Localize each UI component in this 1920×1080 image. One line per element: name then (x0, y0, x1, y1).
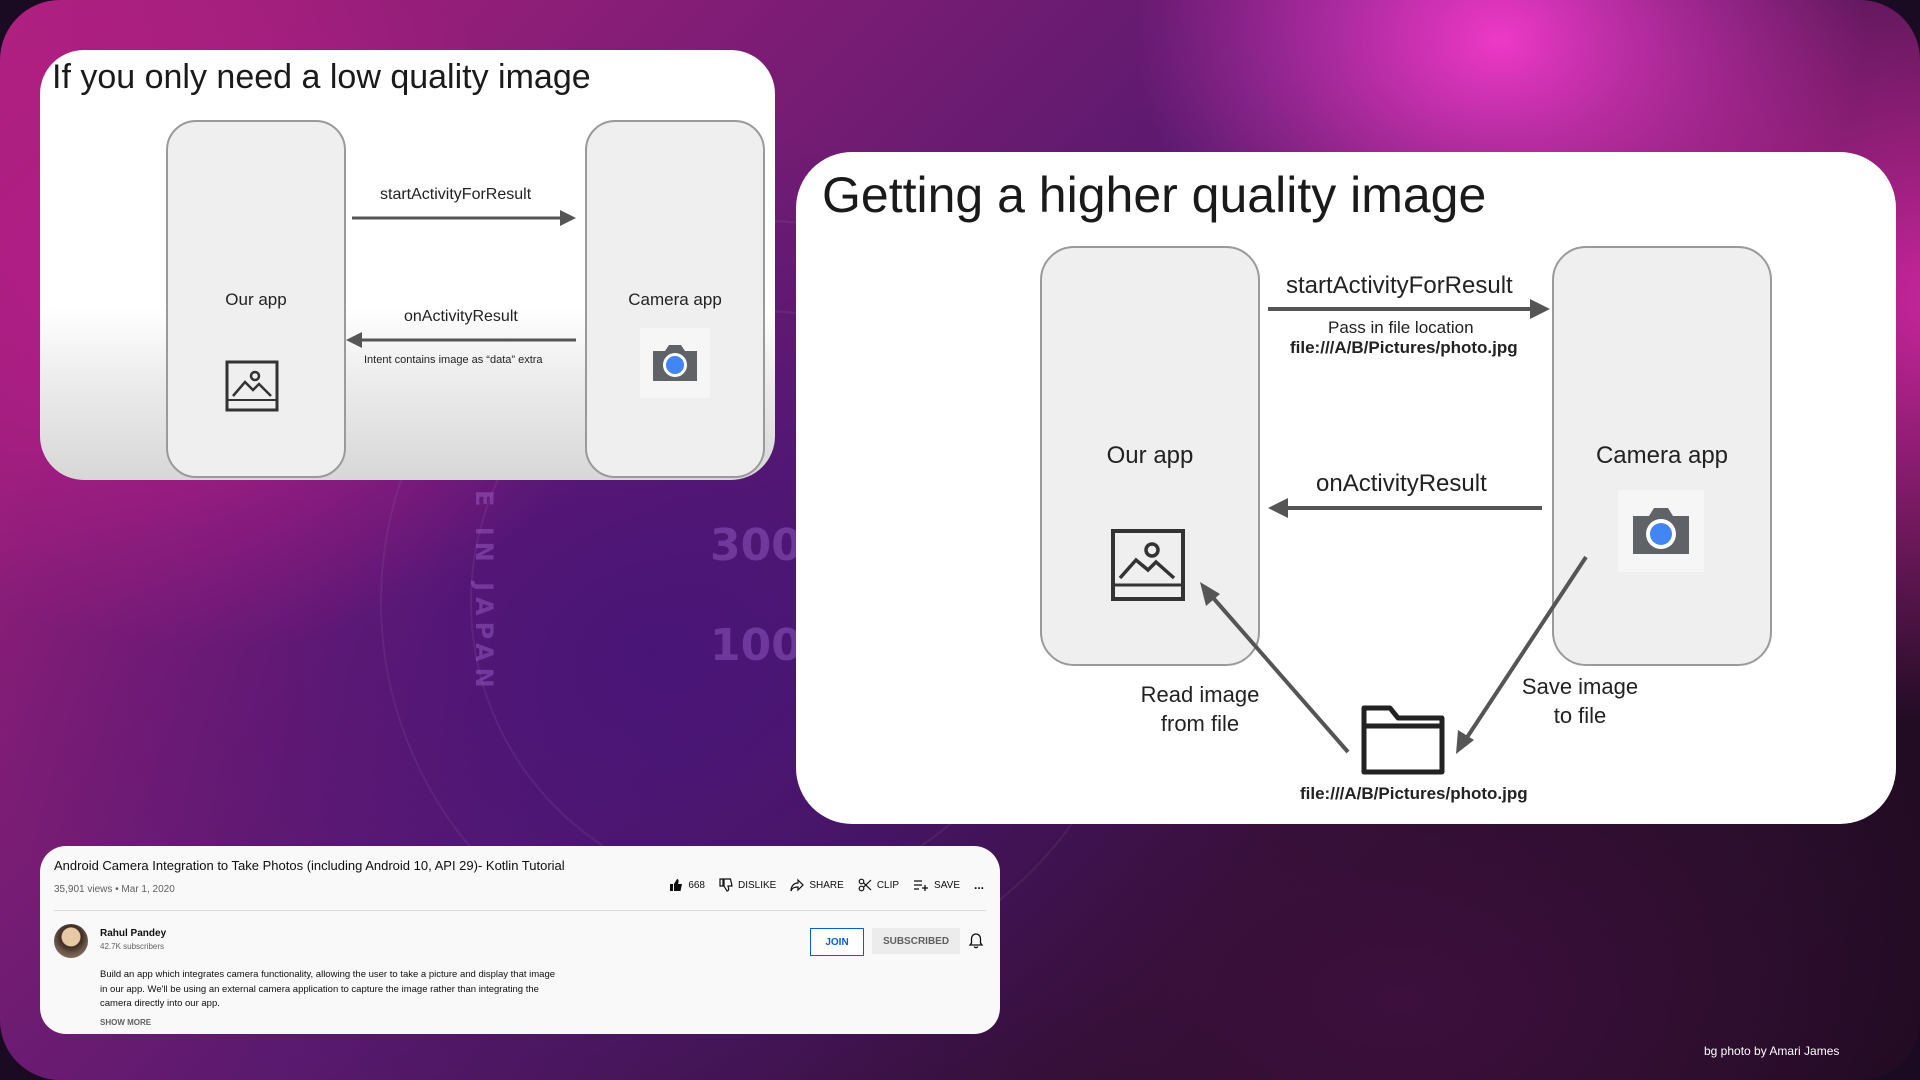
bell-icon[interactable] (968, 932, 984, 955)
like-button[interactable]: 668 (669, 878, 705, 892)
like-icon (670, 879, 683, 891)
avatar[interactable] (54, 924, 88, 958)
video-title: Android Camera Integration to Take Photo… (54, 858, 565, 873)
lens-engraving: 100 (710, 620, 802, 671)
dislike-button[interactable]: DISLIKE (719, 878, 776, 892)
save-icon (914, 880, 929, 891)
channel-name[interactable]: Rahul Pandey (100, 928, 166, 939)
save-button[interactable]: SAVE (913, 878, 960, 892)
lens-engraving: E IN JAPAN (470, 490, 498, 694)
show-more-button[interactable]: SHOW MORE (100, 1018, 151, 1027)
video-info-card: Android Camera Integration to Take Photo… (40, 846, 1000, 1034)
join-button[interactable]: JOIN (810, 928, 864, 956)
slide-high-quality: Getting a higher quality image Our app C… (796, 152, 1896, 824)
share-icon (790, 878, 805, 892)
slide1-arrows (346, 210, 576, 348)
video-meta: 35,901 views • Mar 1, 2020 (54, 884, 175, 895)
divider (54, 910, 986, 911)
slide-low-quality: If you only need a low quality image Our… (40, 50, 775, 480)
share-label: SHARE (809, 879, 844, 891)
lens-engraving: 300 (710, 520, 802, 571)
photo-credit: bg photo by Amari James (1704, 1044, 1840, 1058)
share-button[interactable]: SHARE (790, 878, 844, 892)
like-count: 668 (688, 879, 705, 891)
clip-icon (858, 878, 872, 892)
clip-label: CLIP (876, 879, 900, 891)
clip-button[interactable]: CLIP (858, 878, 899, 892)
more-actions-button[interactable]: ... (974, 878, 984, 892)
more-actions-label: ... (973, 878, 984, 892)
slide2-arrows (1200, 299, 1588, 754)
subscriber-count: 42.7K subscribers (100, 942, 165, 951)
video-actions: 668 DISLIKE SHARE CLIP SAVE ... (669, 878, 984, 892)
dislike-icon (719, 878, 733, 892)
save-label: SAVE (934, 879, 960, 891)
video-description: Build an app which integrates camera fun… (100, 969, 556, 1009)
subscribed-button[interactable]: SUBSCRIBED (872, 928, 960, 954)
dislike-label: DISLIKE (738, 879, 777, 891)
